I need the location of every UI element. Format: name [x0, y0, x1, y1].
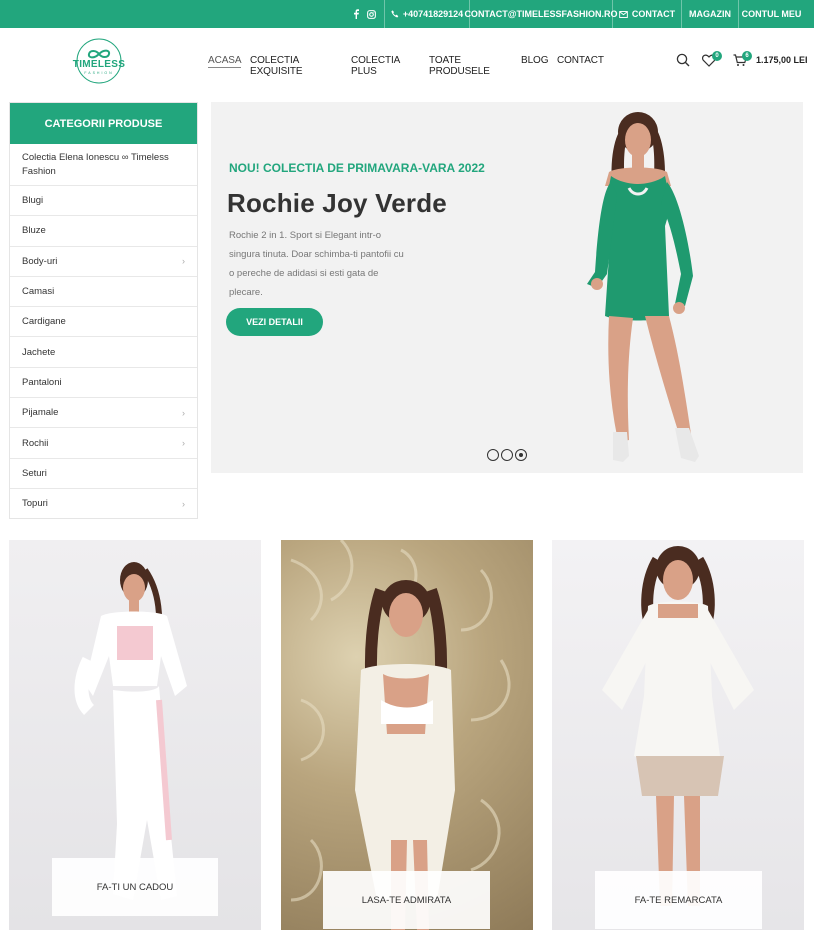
category-item-label: Jachete — [22, 346, 56, 358]
phone-number: +40741829124 — [402, 9, 464, 19]
account-label: CONTUL MEU — [741, 9, 802, 19]
category-item[interactable]: Colectia Elena Ionescu ∞ Timeless Fashio… — [10, 144, 197, 185]
slider-dot[interactable] — [487, 449, 499, 461]
category-item-label: Pijamale — [22, 407, 59, 419]
slider-dot[interactable] — [501, 449, 513, 461]
category-item-label: Rochii — [22, 437, 49, 449]
hero-model-image — [587, 112, 699, 462]
nav-item-colectia-exquisite[interactable]: COLECTIA EXQUISITE — [250, 55, 303, 77]
category-item[interactable]: Topuri › — [10, 487, 197, 518]
phone-link[interactable]: +40741829124 — [384, 0, 469, 28]
nav-item-blog[interactable]: BLOG — [521, 55, 548, 66]
category-sidebar: CATEGORII PRODUSE Colectia Elena Ionescu… — [9, 102, 198, 520]
logo-subtext: FASHION — [84, 71, 114, 75]
category-item-label: Body-uri — [22, 255, 58, 267]
category-item-label: Blugi — [22, 195, 44, 207]
slider-dots — [487, 449, 527, 461]
wishlist-count-badge: 0 — [712, 51, 722, 61]
phone-icon — [391, 10, 399, 18]
email-address: CONTACT@TIMELESSFASHION.RO — [464, 9, 618, 19]
contact-label: CONTACT — [631, 9, 676, 19]
category-item[interactable]: Blugi — [10, 185, 197, 215]
category-item[interactable]: Pantaloni — [10, 366, 197, 397]
hero-slider: NOU! COLECTIA DE PRIMAVARA-VARA 2022 Roc… — [211, 102, 803, 473]
promo-card-admire[interactable]: LASA-TE ADMIRATA — [281, 540, 533, 930]
hero-description: Rochie 2 in 1. Sport si Elegant intr-o s… — [229, 230, 404, 298]
promo-admire-label: LASA-TE ADMIRATA — [323, 871, 490, 929]
facebook-icon[interactable] — [353, 9, 359, 19]
category-item[interactable]: Pijamale › — [10, 397, 197, 427]
nav-item-contact[interactable]: CONTACT — [557, 55, 604, 66]
site-header: TIMELESS FASHION ACASA COLECTIA EXQUISIT… — [0, 28, 814, 94]
category-item-label: Bluze — [22, 225, 46, 237]
chevron-right-icon[interactable]: › — [182, 256, 185, 266]
category-item-label: Pantaloni — [22, 376, 62, 388]
mail-icon — [618, 10, 628, 18]
cart-total[interactable]: 1.175,00 LEI — [756, 55, 808, 65]
promo-noticed-label: FA-TE REMARCATA — [595, 871, 762, 929]
cart-count-badge: 6 — [742, 51, 752, 61]
category-item[interactable]: Body-uri › — [10, 245, 197, 276]
search-icon[interactable] — [676, 53, 690, 72]
category-item[interactable]: Camasi — [10, 275, 197, 306]
promo-card-noticed[interactable]: FA-TE REMARCATA — [552, 540, 804, 930]
chevron-right-icon[interactable]: › — [182, 408, 185, 418]
chevron-right-icon[interactable]: › — [182, 438, 185, 448]
logo-text: TIMELESS — [72, 59, 126, 70]
category-item[interactable]: Cardigane — [10, 306, 197, 336]
instagram-icon[interactable] — [366, 9, 376, 19]
category-item-label: Colectia Elena Ionescu ∞ Timeless Fashio… — [22, 151, 169, 177]
category-item-label: Topuri — [22, 498, 48, 510]
shop-label: MAGAZIN — [689, 9, 731, 19]
account-link[interactable]: CONTUL MEU — [738, 0, 804, 28]
category-item-label: Seturi — [22, 467, 47, 479]
category-item[interactable]: Rochii › — [10, 427, 197, 457]
contact-link[interactable]: CONTACT — [612, 0, 681, 28]
category-list: Colectia Elena Ionescu ∞ Timeless Fashio… — [10, 144, 197, 518]
slider-dot[interactable] — [515, 449, 527, 461]
nav-item-acasa[interactable]: ACASA — [208, 55, 242, 68]
category-item[interactable]: Jachete — [10, 336, 197, 366]
hero-details-button[interactable]: VEZI DETALII — [226, 308, 323, 336]
category-item-label: Camasi — [22, 286, 55, 298]
category-sidebar-title: CATEGORII PRODUSE — [10, 103, 197, 144]
category-item-label: Cardigane — [22, 316, 66, 328]
shop-link[interactable]: MAGAZIN — [681, 0, 738, 28]
email-link[interactable]: CONTACT@TIMELESSFASHION.RO — [464, 0, 618, 28]
chevron-right-icon[interactable]: › — [182, 499, 185, 509]
logo[interactable]: TIMELESS FASHION — [66, 36, 132, 86]
nav-item-toate-produsele[interactable]: TOATE PRODUSELE — [429, 55, 490, 77]
social-links — [344, 0, 384, 28]
category-item[interactable]: Seturi — [10, 457, 197, 488]
top-bar: +40741829124 CONTACT@TIMELESSFASHION.RO … — [0, 0, 814, 28]
hero-kicker: NOU! COLECTIA DE PRIMAVARA-VARA 2022 — [229, 161, 485, 175]
hero-title: Rochie Joy Verde — [227, 188, 447, 218]
promo-gift-label: FA-TI UN CADOU — [52, 858, 218, 916]
promo-card-gift[interactable]: FA-TI UN CADOU — [9, 540, 261, 930]
category-item[interactable]: Bluze — [10, 215, 197, 245]
nav-item-colectia-plus[interactable]: COLECTIA PLUS — [351, 55, 400, 77]
